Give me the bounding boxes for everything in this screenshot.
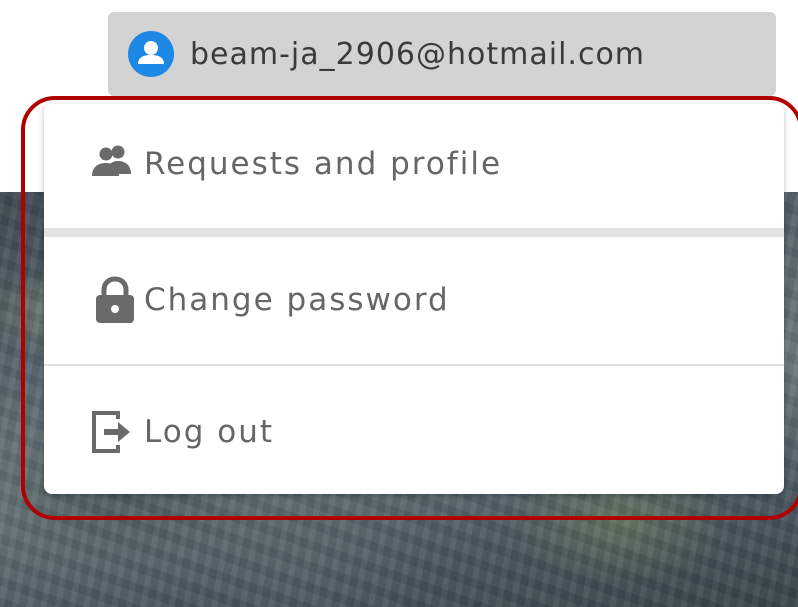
menu-item-label: Change password <box>144 282 450 318</box>
menu-item-log-out[interactable]: Log out <box>44 394 784 470</box>
user-avatar-icon <box>128 31 174 77</box>
menu-divider <box>44 228 784 237</box>
account-dropdown-menu: Requests and profile Change password Log… <box>44 104 784 494</box>
people-icon <box>88 144 140 184</box>
menu-item-change-password[interactable]: Change password <box>44 254 784 346</box>
menu-item-label: Log out <box>144 414 274 450</box>
menu-divider <box>44 364 784 366</box>
account-menu-button[interactable]: beam-ja_2906@hotmail.com <box>108 12 776 96</box>
lock-icon <box>88 276 140 324</box>
menu-item-label: Requests and profile <box>144 146 503 182</box>
menu-item-requests-and-profile[interactable]: Requests and profile <box>44 124 784 204</box>
account-email: beam-ja_2906@hotmail.com <box>190 36 646 72</box>
logout-icon <box>88 409 140 455</box>
